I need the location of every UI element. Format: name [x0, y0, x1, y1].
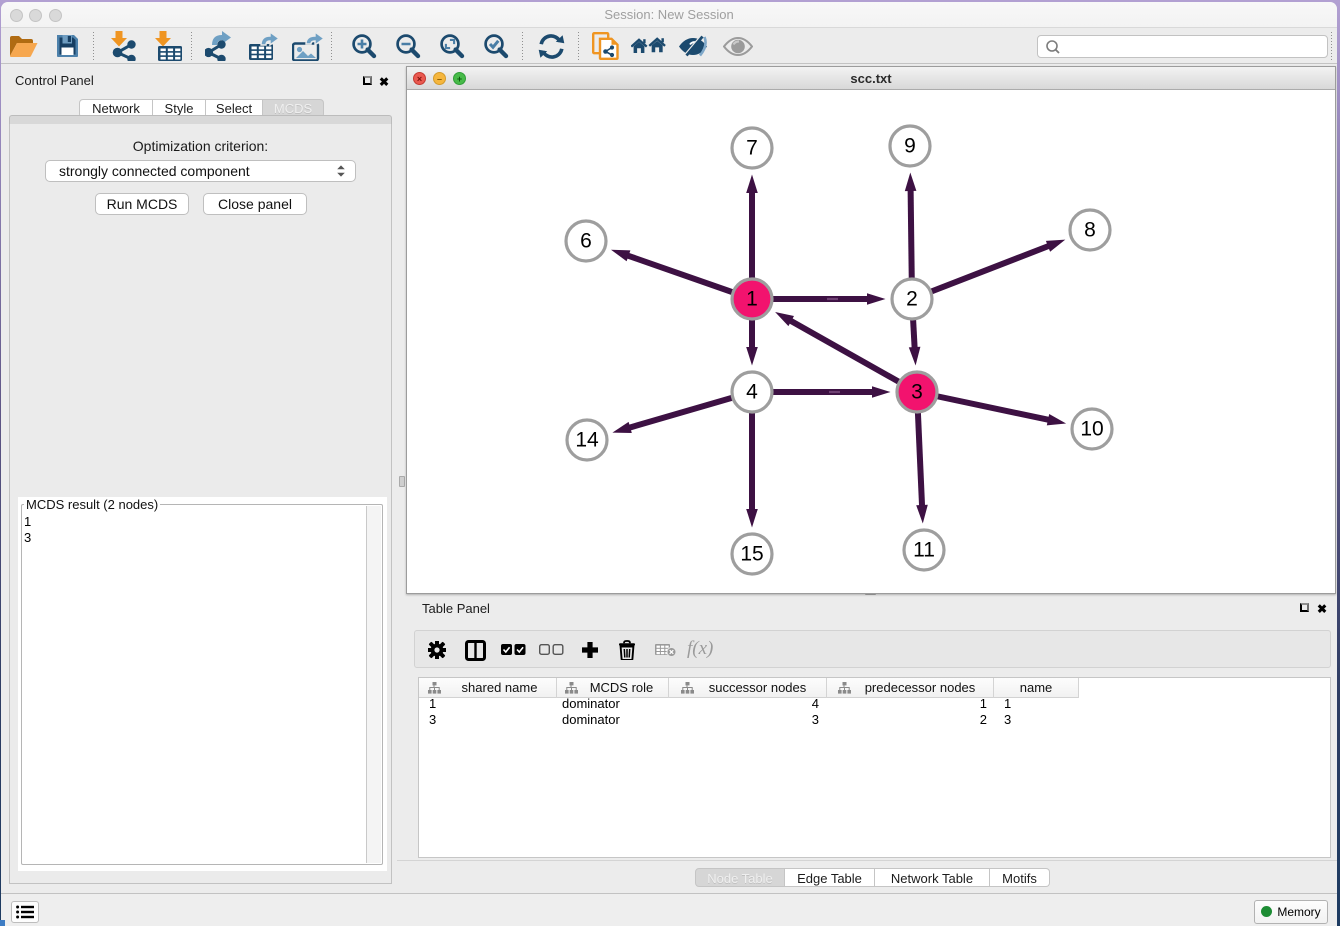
svg-text:8: 8: [1084, 219, 1096, 242]
svg-text:10: 10: [1080, 418, 1103, 441]
svg-text:14: 14: [575, 429, 599, 452]
svg-text:4: 4: [746, 381, 758, 404]
svg-text:3: 3: [911, 381, 923, 404]
svg-text:1: 1: [746, 288, 758, 311]
svg-text:9: 9: [904, 135, 916, 158]
svg-text:11: 11: [913, 539, 935, 562]
svg-text:15: 15: [740, 543, 763, 566]
svg-text:2: 2: [906, 288, 918, 311]
svg-text:6: 6: [580, 230, 592, 253]
svg-text:7: 7: [746, 137, 758, 160]
